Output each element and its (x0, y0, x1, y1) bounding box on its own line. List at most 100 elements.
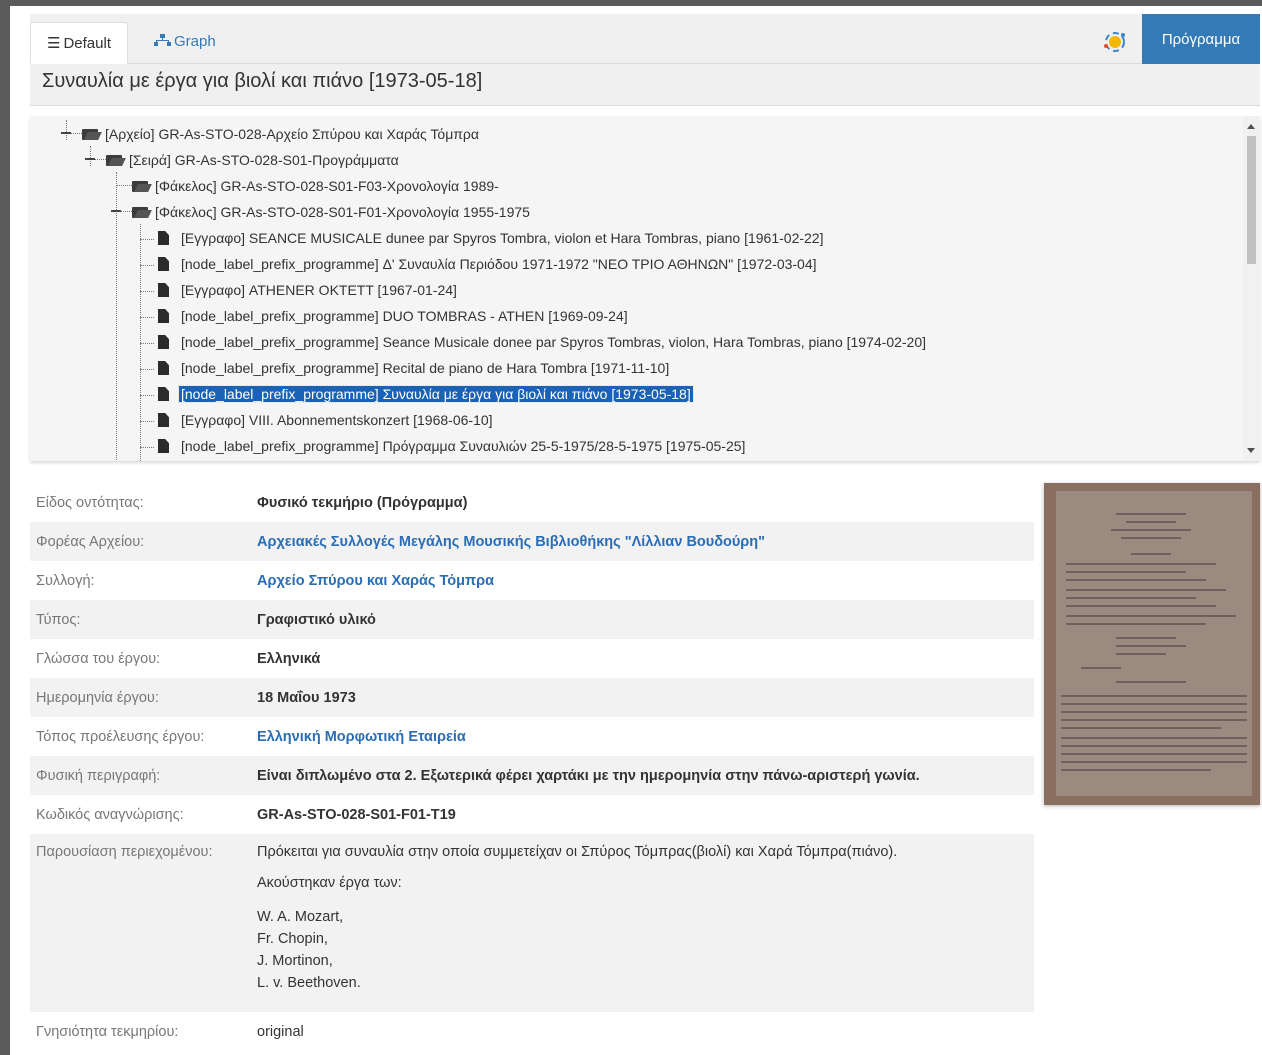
detail-row-collection: Συλλογή: Αρχείο Σπύρου και Χαράς Τόμπρα (30, 561, 1034, 600)
tab-default[interactable]: ☰ Default (30, 22, 128, 64)
tree-node-label[interactable]: [node_label_prefix_programme] Πρόγραμμα … (179, 438, 747, 454)
detail-row-authenticity: Γνησιότητα τεκμηρίου: original (30, 1012, 1034, 1051)
composer-item: J. Mortinon, (257, 953, 333, 969)
tree-connector (116, 172, 117, 461)
tree-connector (140, 239, 154, 240)
tree-file-node[interactable]: [node_label_prefix_programme] Δ' Συναυλί… (140, 252, 819, 276)
tab-bar: ☰ Default Graph Πρόγραμμα (30, 14, 1260, 64)
collapse-toggle[interactable] (85, 158, 95, 160)
origin-place-link[interactable]: Ελληνική Μορφωτική Εταιρεία (257, 729, 466, 745)
collapse-toggle[interactable] (61, 132, 71, 134)
collapse-toggle[interactable] (111, 210, 121, 212)
tree-connector (140, 291, 154, 292)
tree-node-label[interactable]: [Φάκελος] GR-As-STO-028-S01-F01-Χρονολογ… (153, 204, 532, 220)
file-icon (158, 257, 169, 271)
detail-value: Φυσικό τεκμήριο (Πρόγραμμα) (257, 494, 468, 511)
detail-row-language: Γλώσσα του έργου: Ελληνικά (30, 639, 1034, 678)
tree-node-label[interactable]: [node_label_prefix_programme] Συναυλία μ… (178, 385, 694, 403)
tab-graph-label: Graph (174, 33, 216, 50)
tree-file-node[interactable]: [node_label_prefix_programme] Πρόγραμμα … (140, 434, 747, 458)
collection-link[interactable]: Αρχείο Σπύρου και Χαράς Τόμπρα (257, 573, 494, 589)
composer-item: L. v. Beethoven. (257, 975, 361, 991)
detail-label: Συλλογή: (36, 572, 95, 589)
file-icon (158, 231, 169, 245)
detail-label: Παρουσίαση περιεχομένου: (36, 844, 213, 860)
detail-label: Είδος οντότητας: (36, 494, 144, 511)
tree-folder-node[interactable]: [Φάκελος] GR-As-STO-028-S01-F03-Χρονολογ… (132, 174, 501, 198)
tree-file-node[interactable]: [node_label_prefix_programme] DUO TOMBRA… (140, 304, 630, 328)
details-table: Είδος οντότητας: Φυσικό τεκμήριο (Πρόγρα… (30, 483, 1034, 1051)
detail-row-physical-description: Φυσική περιγραφή: Είναι διπλωμένο στα 2.… (30, 756, 1034, 795)
tab-default-label: Default (63, 35, 111, 52)
detail-label: Κωδικός αναγνώρισης: (36, 806, 184, 823)
file-icon (158, 283, 169, 297)
tree-connector (66, 120, 67, 140)
detail-value: GR-As-STO-028-S01-F01-T19 (257, 806, 456, 823)
folder-open-icon (132, 180, 150, 192)
page-title: Συναυλία με έργα για βιολί και πιάνο [19… (30, 64, 1260, 106)
file-icon (158, 439, 169, 453)
tree-node-label[interactable]: [Εγγραφο] VIII. Abonnementskonzert [1968… (179, 412, 495, 428)
tree-connector (140, 447, 154, 448)
detail-label: Τόπος προέλευσης έργου: (36, 728, 205, 745)
tree-node-label[interactable]: [Σειρά] GR-As-STO-028-S01-Προγράμματα (127, 152, 401, 168)
tree-node-label[interactable]: [node_label_prefix_programme] DUO TOMBRA… (179, 308, 630, 324)
detail-row-date: Ημερομηνία έργου: 18 Μαΐου 1973 (30, 678, 1034, 717)
tree-connector (140, 395, 154, 396)
tree-node-label[interactable]: [node_label_prefix_programme] Δ' Συναυλί… (179, 256, 819, 272)
tree-connector (140, 421, 154, 422)
tree-node-label[interactable]: [Αρχείο] GR-As-STO-028-Αρχείο Σπύρου και… (103, 126, 481, 142)
composer-list: W. A. Mozart, Fr. Chopin, J. Mortinon, L… (257, 906, 897, 994)
tree-scrollbar[interactable] (1243, 116, 1260, 461)
detail-label: Γλώσσα του έργου: (36, 650, 161, 667)
document-thumbnail[interactable] (1044, 483, 1260, 805)
tree-folder-node[interactable]: [Αρχείο] GR-As-STO-028-Αρχείο Σπύρου και… (82, 122, 481, 146)
logo-icon[interactable] (1095, 22, 1135, 62)
detail-value: Γραφιστικό υλικό (257, 611, 376, 628)
tree-connector (140, 343, 154, 344)
detail-value: Είναι διπλωμένο στα 2. Εξωτερικά φέρει χ… (257, 767, 920, 784)
detail-value: original (257, 1023, 304, 1040)
hierarchy-tree[interactable]: [Αρχείο] GR-As-STO-028-Αρχείο Σπύρου και… (30, 116, 1260, 461)
detail-row-identifier: Κωδικός αναγνώρισης: GR-As-STO-028-S01-F… (30, 795, 1034, 834)
tree-file-node[interactable]: [Εγγραφο] ATHENER OKTETT [1967-01-24] (140, 278, 459, 302)
detail-label: Γνησιότητα τεκμηρίου: (36, 1023, 179, 1040)
archive-holder-link[interactable]: Αρχειακές Συλλογές Μεγάλης Μουσικής Βιβλ… (257, 534, 765, 550)
tree-folder-node[interactable]: [Φάκελος] GR-As-STO-028-S01-F01-Χρονολογ… (132, 200, 532, 224)
detail-value: Ελληνικά (257, 650, 321, 667)
tree-node-label[interactable]: [node_label_prefix_programme] Seance Mus… (179, 334, 928, 350)
tree-connector (116, 185, 132, 186)
detail-row-type: Τύπος: Γραφιστικό υλικό (30, 600, 1034, 639)
tree-file-node[interactable]: [node_label_prefix_programme] Recital de… (140, 356, 671, 380)
tree-file-node[interactable]: [Εγγραφο] SEANCE MUSICALE dunee par Spyr… (140, 226, 825, 250)
scroll-up-icon[interactable] (1247, 124, 1255, 129)
folder-open-icon (132, 206, 150, 218)
file-icon (158, 387, 169, 401)
composer-item: Fr. Chopin, (257, 931, 328, 947)
document-scan-image (1056, 491, 1252, 796)
app-frame: ☰ Default Graph Πρόγραμμα Συναυλία με έργ… (10, 6, 1262, 1055)
file-icon (158, 309, 169, 323)
scroll-thumb[interactable] (1247, 136, 1256, 264)
tab-graph[interactable]: Graph (138, 22, 232, 64)
tree-node-label[interactable]: [Εγγραφο] SEANCE MUSICALE dunee par Spyr… (179, 230, 825, 246)
tree-node-label[interactable]: [Φάκελος] GR-As-STO-028-S01-F03-Χρονολογ… (153, 178, 501, 194)
tree-node-label[interactable]: [Εγγραφο] ATHENER OKTETT [1967-01-24] (179, 282, 459, 298)
tree-folder-node[interactable]: [Σειρά] GR-As-STO-028-S01-Προγράμματα (106, 148, 401, 172)
content-paragraph: Πρόκειται για συναυλία στην οποία συμμετ… (257, 844, 898, 860)
detail-label: Τύπος: (36, 611, 81, 628)
tree-connector (140, 317, 154, 318)
tree-node-label[interactable]: [node_label_prefix_programme] Recital de… (179, 360, 671, 376)
tree-file-node[interactable]: [node_label_prefix_programme] Συναυλία μ… (140, 382, 694, 406)
program-button[interactable]: Πρόγραμμα (1142, 14, 1260, 64)
tree-connector (90, 146, 91, 166)
detail-row-entity-type: Είδος οντότητας: Φυσικό τεκμήριο (Πρόγρα… (30, 483, 1034, 522)
scroll-down-icon[interactable] (1247, 448, 1255, 453)
file-icon (158, 413, 169, 427)
detail-label: Φορέας Αρχείου: (36, 533, 145, 550)
detail-row-origin-place: Τόπος προέλευσης έργου: Ελληνική Μορφωτι… (30, 717, 1034, 756)
tree-file-node[interactable]: [node_label_prefix_programme] Seance Mus… (140, 330, 928, 354)
tree-file-node[interactable]: [Εγγραφο] VIII. Abonnementskonzert [1968… (140, 408, 495, 432)
composer-item: W. A. Mozart, (257, 909, 344, 925)
tree-connector (140, 265, 154, 266)
